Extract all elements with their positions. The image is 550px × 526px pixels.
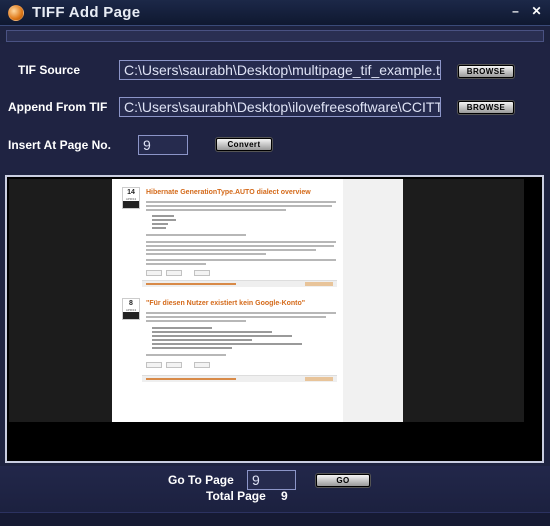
goto-label: Go To Page: [168, 473, 234, 487]
total-page-value: 9: [281, 489, 288, 503]
window-title: TIFF Add Page: [32, 4, 141, 21]
append-from-label: Append From TIF: [8, 100, 108, 114]
top-strip: [6, 30, 544, 42]
post2-date: 8 APR/13: [122, 298, 140, 320]
convert-button[interactable]: Convert: [216, 138, 272, 151]
bottom-strip: [0, 512, 550, 526]
post1-title: Hibernate GenerationType.AUTO dialect ov…: [146, 189, 311, 196]
preview-page: 14 APR/13 Hibernate GenerationType.AUTO …: [112, 179, 343, 422]
browse-source-button[interactable]: BROWSE: [458, 65, 514, 78]
insert-page-field[interactable]: 9: [138, 135, 188, 155]
page-preview[interactable]: 14 APR/13 Hibernate GenerationType.AUTO …: [5, 175, 544, 463]
minimize-icon[interactable]: –: [508, 5, 523, 20]
close-icon[interactable]: ✕: [529, 5, 544, 20]
append-from-field[interactable]: C:\Users\saurabh\Desktop\ilovefreesoftwa…: [119, 97, 441, 117]
preview-canvas: 14 APR/13 Hibernate GenerationType.AUTO …: [9, 179, 524, 422]
page-sidebar: [343, 179, 403, 422]
app-icon: [8, 4, 24, 21]
insert-at-label: Insert At Page No.: [8, 138, 111, 152]
post1-day: 14: [127, 189, 135, 196]
go-button[interactable]: GO: [316, 474, 370, 487]
post2-title: "Für diesen Nutzer existiert kein Google…: [146, 300, 306, 307]
form-panel: TIF Source C:\Users\saurabh\Desktop\mult…: [0, 44, 550, 172]
total-page-label: Total Page: [206, 489, 266, 503]
title-bar: TIFF Add Page – ✕: [0, 0, 550, 26]
post2-day: 8: [129, 300, 133, 307]
tif-source-field[interactable]: C:\Users\saurabh\Desktop\multipage_tif_e…: [119, 60, 441, 80]
window-controls: – ✕: [508, 5, 544, 20]
browse-append-button[interactable]: BROWSE: [458, 101, 514, 114]
tif-source-label: TIF Source: [18, 63, 81, 77]
goto-page-field[interactable]: 9: [247, 470, 296, 490]
post1-date: 14 APR/13: [122, 187, 140, 209]
